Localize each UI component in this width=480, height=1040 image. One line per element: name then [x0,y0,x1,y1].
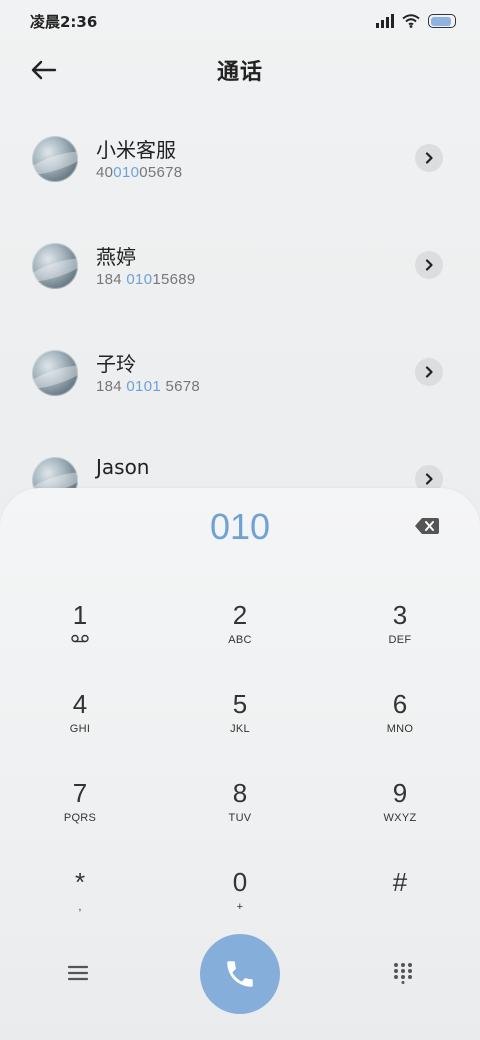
keypad-toggle-button[interactable] [392,962,414,984]
number-suffix: 05678 [139,164,183,181]
key-letters: GHI [69,723,91,735]
dialer-bottom-bar [0,934,480,1014]
key-letters: ABC [228,634,252,646]
contact-number: 4001005678 [96,164,182,181]
avatar [32,350,78,396]
key-letters [20,634,140,646]
key-5[interactable]: 5 JKL [180,687,300,757]
number-match: 010 [113,164,140,181]
backspace-icon [415,518,439,534]
status-time: 凌晨2:36 [30,12,98,31]
key-digit: # [392,867,408,897]
key-star[interactable]: * , [20,865,140,935]
key-hash[interactable]: # [340,865,460,935]
contact-row[interactable]: 小米客服 4001005678 [0,102,480,209]
avatar [32,243,78,289]
contact-name: Jason [96,455,150,479]
key-letters: MNO [386,723,414,735]
status-icons [376,14,456,28]
key-4[interactable]: 4 GHI [20,687,140,757]
keypad-icon [394,963,412,984]
key-letters: TUV [228,812,252,824]
key-digit: 5 [232,689,248,719]
dial-input[interactable]: 010 [0,506,480,548]
chevron-right-icon [425,259,433,271]
page-title: 通话 [216,60,263,85]
key-letters: JKL [230,723,250,735]
key-digit: 4 [72,689,88,719]
chevron-right-icon [425,152,433,164]
contact-list: 小米客服 4001005678 燕婷 184 01015689 子玲 184 0… [0,102,480,530]
number-prefix: 40 [96,164,114,181]
key-0[interactable]: 0 + [180,865,300,935]
key-8[interactable]: 8 TUV [180,776,300,846]
number-prefix: 184 [96,271,127,288]
contact-name: 子玲 [96,352,136,376]
key-digit: 6 [392,689,408,719]
avatar [32,136,78,182]
key-2[interactable]: 2 ABC [180,598,300,668]
number-match: 010 [126,271,153,288]
status-bar: 凌晨2:36 [0,0,480,42]
key-digit: 0 [232,867,248,897]
key-3[interactable]: 3 DEF [340,598,460,668]
contact-detail-button[interactable] [415,251,443,279]
contact-detail-button[interactable] [415,358,443,386]
battery-fill [430,16,452,26]
contact-number: 184 01015689 [96,271,196,288]
menu-button[interactable] [64,962,92,984]
backspace-button[interactable] [414,516,440,536]
key-letters: PQRS [63,812,97,824]
contact-name: 小米客服 [96,138,176,162]
voicemail-icon [71,634,89,643]
chevron-right-icon [425,473,433,485]
wifi-icon [402,14,420,28]
key-digit: 7 [72,778,88,808]
signal-icon [376,14,394,28]
phone-icon [227,961,253,987]
contact-number: 184 0101 5678 [96,378,200,395]
contact-detail-button[interactable] [415,144,443,172]
battery-icon [428,14,456,28]
key-digit: * [74,867,86,897]
number-prefix: 184 [96,378,127,395]
call-button[interactable] [200,934,280,1014]
key-letters: + [236,901,244,913]
menu-icon [67,965,89,981]
number-suffix: 5678 [160,378,201,395]
key-digit: 8 [232,778,248,808]
header: 通话 [0,42,480,98]
number-suffix: 15689 [152,271,196,288]
key-1[interactable]: 1 [20,598,140,668]
key-letters: WXYZ [383,812,417,824]
number-match: 0101 [126,378,161,395]
contact-row[interactable]: 燕婷 184 01015689 [0,209,480,316]
contact-name: 燕婷 [96,245,136,269]
key-6[interactable]: 6 MNO [340,687,460,757]
key-digit: 3 [392,600,408,630]
key-9[interactable]: 9 WXYZ [340,776,460,846]
chevron-right-icon [425,366,433,378]
key-digit: 2 [232,600,248,630]
dialpad-sheet: 010 1 2 ABC 3 DEF 4 GHI 5 JKL 6 MNO 7 PQ… [0,488,480,1040]
key-letters: DEF [388,634,412,646]
key-letters: , [78,901,82,913]
key-digit: 9 [392,778,408,808]
back-arrow-icon [31,60,57,80]
key-7[interactable]: 7 PQRS [20,776,140,846]
contact-row[interactable]: 子玲 184 0101 5678 [0,316,480,423]
key-digit: 1 [72,600,88,630]
back-button[interactable] [28,54,60,86]
